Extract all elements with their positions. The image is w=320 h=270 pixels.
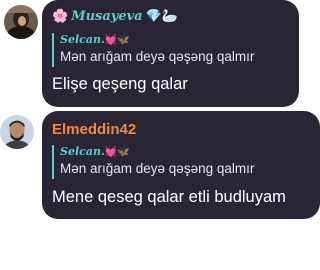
avatar[interactable] [4, 5, 38, 39]
reply-sender-name: Selcan. [60, 33, 105, 46]
reply-sender: Selcan.💓🦋 [60, 33, 254, 48]
message-text: Mene qeseg qalar etli budluyam [52, 188, 286, 206]
reply-sender: Selcan.💓🦋 [60, 145, 254, 160]
reply-sender-name: Selcan. [60, 145, 105, 158]
avatar-image [0, 115, 34, 149]
avatar-image [4, 5, 38, 39]
reply-preview[interactable]: Selcan.💓🦋 Mən arıǧam deyə qəşəng qalmır [52, 33, 254, 67]
avatar[interactable] [0, 115, 34, 149]
sender-prefix-emoji: 🌸 [52, 9, 69, 24]
reply-text: Mən arıǧam deyə qəşəng qalmır [60, 161, 255, 176]
reply-sender-emoji: 💓🦋 [104, 147, 130, 158]
sender-suffix-emoji: 💎🦢 [145, 9, 178, 24]
reply-text: Mən arıǧam deyə qəşəng qalmır [60, 49, 255, 64]
reply-preview[interactable]: Selcan.💓🦋 Mən arıǧam deyə qəşəng qalmır [52, 145, 254, 179]
sender-name[interactable]: 🌸 Musayeva 💎🦢 [52, 9, 178, 24]
message-text: Elişe qeşeng qalar [52, 75, 188, 93]
message-bubble[interactable]: 🌸 Musayeva 💎🦢 Selcan.💓🦋 Mən arıǧam deyə … [42, 0, 299, 107]
message-bubble[interactable]: Elmeddin42 Selcan.💓🦋 Mən arıǧam deyə qəş… [42, 111, 320, 219]
sender-name-text: Musayeva [71, 9, 143, 24]
reply-sender-emoji: 💓🦋 [104, 35, 130, 46]
sender-name[interactable]: Elmeddin42 [52, 121, 136, 138]
